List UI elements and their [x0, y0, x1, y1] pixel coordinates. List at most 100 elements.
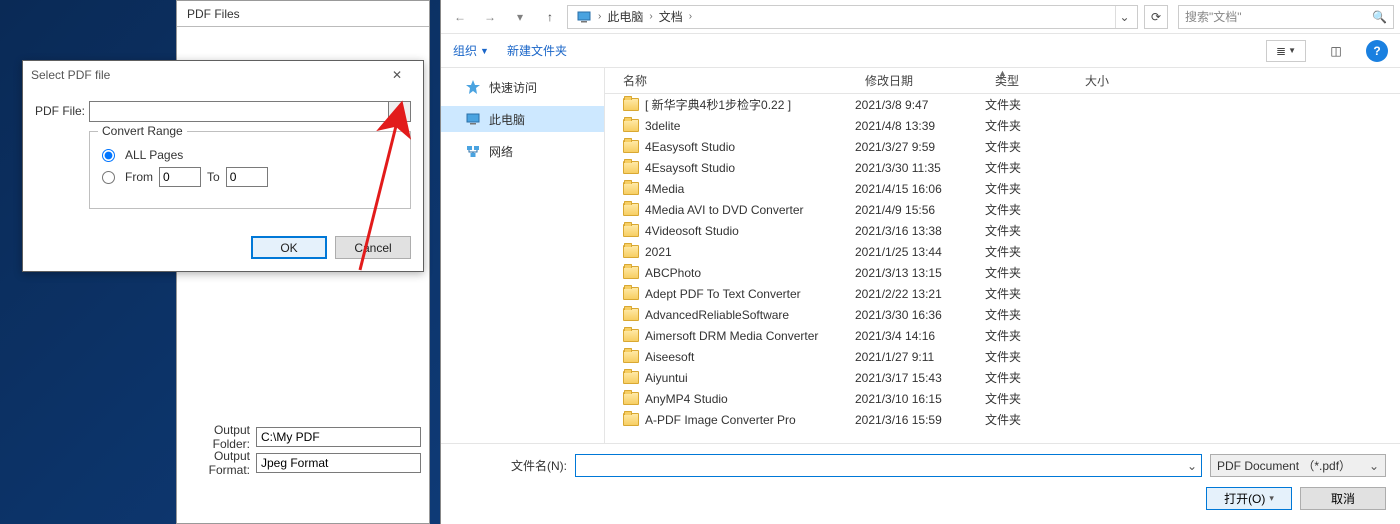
table-row[interactable]: 4Esaysoft Studio2021/3/30 11:35文件夹	[605, 157, 1400, 178]
nav-network[interactable]: 网络	[441, 138, 604, 164]
file-type-filter[interactable]: PDF Document （*.pdf） ⌄	[1210, 454, 1386, 477]
file-type: 文件夹	[985, 243, 1075, 260]
file-name: ABCPhoto	[645, 266, 701, 280]
to-spinner[interactable]	[226, 167, 268, 187]
folder-icon	[623, 161, 639, 174]
file-date: 2021/3/16 15:59	[855, 413, 985, 427]
file-date: 2021/3/30 16:36	[855, 308, 985, 322]
folder-icon	[623, 371, 639, 384]
nav-up-button[interactable]: ↑	[537, 4, 563, 30]
chevron-right-icon: ›	[598, 11, 601, 22]
table-row[interactable]: 3delite 2021/4/8 13:39文件夹	[605, 115, 1400, 136]
file-type: 文件夹	[985, 285, 1075, 302]
open-button-label: 打开(O)	[1224, 490, 1265, 507]
view-mode-button[interactable]: ≣ ▼	[1266, 40, 1306, 62]
pc-icon	[576, 9, 592, 25]
breadcrumb-dropdown[interactable]: ⌄	[1115, 6, 1133, 28]
folder-icon	[623, 329, 639, 342]
file-type: 文件夹	[985, 348, 1075, 365]
column-date[interactable]: 修改日期	[855, 72, 985, 89]
convert-range-fieldset: Convert Range ALL Pages From To	[89, 131, 411, 209]
file-date: 2021/3/10 16:15	[855, 392, 985, 406]
nav-quick-access[interactable]: 快速访问	[441, 74, 604, 100]
folder-icon	[623, 392, 639, 405]
refresh-button[interactable]: ⟳	[1144, 5, 1168, 29]
preview-pane-button[interactable]: ◫	[1324, 40, 1348, 62]
file-name: AnyMP4 Studio	[645, 392, 728, 406]
table-row[interactable]: AdvancedReliableSoftware2021/3/30 16:36文…	[605, 304, 1400, 325]
search-icon: 🔍	[1372, 10, 1387, 24]
table-row[interactable]: Adept PDF To Text Converter2021/2/22 13:…	[605, 283, 1400, 304]
folder-icon	[623, 140, 639, 153]
cancel-button[interactable]: 取消	[1300, 487, 1386, 510]
breadcrumb-pc-icon[interactable]	[572, 6, 596, 28]
help-button[interactable]: ?	[1366, 40, 1388, 62]
table-row[interactable]: Aiseesoft2021/1/27 9:11文件夹	[605, 346, 1400, 367]
help-icon: ?	[1373, 44, 1380, 58]
nav-this-pc[interactable]: 此电脑	[441, 106, 604, 132]
list-view-icon: ≣	[1276, 44, 1286, 58]
table-row[interactable]: Aiyuntui2021/3/17 15:43文件夹	[605, 367, 1400, 388]
filename-combo[interactable]: ⌄	[575, 454, 1202, 477]
network-icon	[465, 143, 481, 159]
file-type: 文件夹	[985, 117, 1075, 134]
table-row[interactable]: [ 新华字典4秒1步检字0.22 ]2021/3/8 9:47文件夹	[605, 94, 1400, 115]
cancel-button[interactable]: Cancel	[335, 236, 411, 259]
all-pages-radio[interactable]	[102, 149, 115, 162]
nav-forward-button[interactable]: →	[477, 4, 503, 30]
all-pages-label: ALL Pages	[125, 148, 183, 162]
table-row[interactable]: 4Media2021/4/15 16:06文件夹	[605, 178, 1400, 199]
file-name: 2021	[645, 245, 672, 259]
pdf-file-input[interactable]	[89, 101, 389, 122]
organize-menu[interactable]: 组织 ▼	[453, 42, 489, 59]
refresh-icon: ⟳	[1151, 10, 1161, 24]
table-row[interactable]: 20212021/1/25 13:44文件夹	[605, 241, 1400, 262]
groupbox-title: PDF Files	[177, 1, 429, 27]
search-input[interactable]: 搜索"文档" 🔍	[1178, 5, 1394, 29]
file-name: AdvancedReliableSoftware	[645, 308, 789, 322]
column-name[interactable]: 名称	[605, 72, 855, 89]
organize-label: 组织	[453, 42, 477, 59]
table-row[interactable]: 4Media AVI to DVD Converter2021/4/9 15:5…	[605, 199, 1400, 220]
split-chevron-icon: ▾	[1269, 493, 1274, 504]
output-folder-input[interactable]	[256, 427, 421, 447]
file-name: A-PDF Image Converter Pro	[645, 413, 796, 427]
table-row[interactable]: AnyMP4 Studio 2021/3/10 16:15文件夹	[605, 388, 1400, 409]
output-format-input[interactable]	[256, 453, 421, 473]
browse-button[interactable]: ...	[389, 101, 411, 122]
file-date: 2021/4/8 13:39	[855, 119, 985, 133]
breadcrumb[interactable]: › 此电脑 › 文档 › ⌄	[567, 5, 1138, 29]
folder-icon	[623, 287, 639, 300]
select-dialog-title: Select PDF file	[31, 68, 110, 82]
breadcrumb-documents[interactable]: 文档	[655, 6, 687, 28]
from-radio[interactable]	[102, 171, 115, 184]
output-folder-label: Output Folder:	[185, 423, 256, 451]
table-row[interactable]: ABCPhoto2021/3/13 13:15文件夹	[605, 262, 1400, 283]
file-name: 4Easysoft Studio	[645, 140, 735, 154]
filename-label: 文件名(N):	[455, 457, 567, 474]
nav-recent-button[interactable]: ▾	[507, 4, 533, 30]
file-type: 文件夹	[985, 264, 1075, 281]
table-row[interactable]: 4Easysoft Studio2021/3/27 9:59文件夹	[605, 136, 1400, 157]
file-name: Aiyuntui	[645, 371, 688, 385]
new-folder-button[interactable]: 新建文件夹	[507, 42, 567, 59]
ok-button[interactable]: OK	[251, 236, 327, 259]
to-label: To	[207, 170, 220, 184]
column-size[interactable]: 大小	[1075, 72, 1155, 89]
file-type: 文件夹	[985, 369, 1075, 386]
file-type: 文件夹	[985, 390, 1075, 407]
table-row[interactable]: A-PDF Image Converter Pro 2021/3/16 15:59…	[605, 409, 1400, 430]
table-row[interactable]: Aimersoft DRM Media Converter2021/3/4 14…	[605, 325, 1400, 346]
close-button[interactable]: ✕	[379, 65, 415, 85]
file-date: 2021/3/30 11:35	[855, 161, 985, 175]
folder-icon	[623, 224, 639, 237]
file-type: 文件夹	[985, 327, 1075, 344]
file-name: Adept PDF To Text Converter	[645, 287, 801, 301]
open-button[interactable]: 打开(O) ▾	[1206, 487, 1292, 510]
table-row[interactable]: 4Videosoft Studio2021/3/16 13:38文件夹	[605, 220, 1400, 241]
file-name: 3delite	[645, 119, 680, 133]
nav-this-pc-label: 此电脑	[489, 111, 525, 128]
nav-back-button[interactable]: ←	[447, 4, 473, 30]
from-spinner[interactable]	[159, 167, 201, 187]
breadcrumb-this-pc[interactable]: 此电脑	[603, 6, 647, 28]
